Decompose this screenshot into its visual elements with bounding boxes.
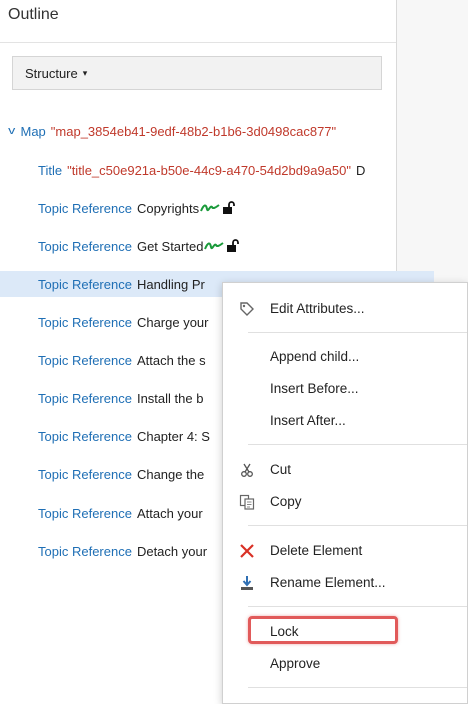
tag-icon (238, 300, 256, 318)
tree-node-topicref[interactable]: Topic Reference Copyrights (0, 195, 434, 221)
context-menu: Edit Attributes... Append child... Inser… (222, 282, 468, 704)
menu-item-cut[interactable]: Cut (223, 454, 467, 484)
node-tag: Topic Reference (38, 200, 132, 216)
tree-node-topicref[interactable]: Topic Reference Get Started (0, 233, 434, 259)
node-tag: Topic Reference (38, 466, 132, 482)
menu-separator (248, 606, 467, 607)
node-text: Change the (136, 466, 205, 482)
node-tag: Topic Reference (38, 428, 132, 444)
menu-label: Delete Element (270, 542, 363, 558)
menu-label: Approve (270, 655, 321, 671)
tree-node-title[interactable]: Title "title_c50e921a-b50e-44c9-a470-54d… (0, 157, 434, 183)
node-text: Attach your (136, 505, 203, 521)
menu-separator (248, 525, 467, 526)
node-text: Get Started (136, 238, 204, 254)
menu-label: Copy (270, 493, 302, 509)
node-attr: "map_3854eb41-9edf-48b2-b1b6-3d0498cac87… (50, 123, 337, 139)
node-tag: Topic Reference (38, 390, 132, 406)
node-tag: Topic Reference (38, 543, 132, 559)
copy-icon (238, 493, 256, 511)
menu-item-insert-before[interactable]: Insert Before... (223, 373, 467, 403)
rename-download-icon (238, 574, 256, 592)
node-tag: Topic Reference (38, 505, 132, 521)
dropdown-caret-icon: ▾ (82, 67, 88, 78)
title-divider (0, 42, 396, 43)
signature-icon (204, 242, 225, 250)
node-text: D (355, 162, 366, 178)
node-text: Detach your (136, 543, 208, 559)
menu-item-append-child[interactable]: Append child... (223, 341, 467, 371)
menu-item-insert-after[interactable]: Insert After... (223, 405, 467, 435)
menu-label: Cut (270, 461, 292, 477)
node-text: Handling Pr (136, 276, 205, 292)
node-tag: Title (38, 162, 63, 178)
node-tag: Topic Reference (38, 314, 132, 330)
menu-item-rename-element[interactable]: Rename Element... (223, 567, 467, 597)
scissors-icon (238, 461, 256, 479)
unlocked-icon (227, 239, 240, 252)
panel-title: Outline (8, 6, 59, 23)
node-tag: Topic Reference (38, 238, 132, 254)
node-text: Install the b (136, 390, 204, 406)
menu-label: Append child... (270, 348, 360, 364)
structure-label: Structure (25, 65, 78, 81)
unlocked-icon (223, 201, 235, 214)
signature-icon (200, 204, 220, 212)
node-tag: Topic Reference (38, 352, 132, 368)
delete-x-icon (238, 542, 256, 560)
node-text: Charge your (136, 314, 209, 330)
menu-label: Insert Before... (270, 380, 359, 396)
node-attr: "title_c50e921a-b50e-44c9-a470-54d2bd9a9… (67, 162, 351, 178)
menu-item-edit-attributes[interactable]: Edit Attributes... (223, 293, 467, 323)
node-text: Attach the s (136, 352, 206, 368)
menu-item-approve[interactable]: Approve (223, 648, 467, 678)
menu-separator (248, 444, 467, 445)
node-tag: Topic Reference (38, 276, 132, 292)
menu-label: Rename Element... (270, 574, 386, 590)
structure-dropdown[interactable]: Structure ▾ (12, 56, 382, 90)
menu-separator (248, 332, 467, 333)
node-tag: Map (20, 123, 46, 139)
menu-label: Insert After... (270, 412, 346, 428)
node-text: Chapter 4: S (136, 428, 210, 444)
menu-item-copy[interactable]: Copy (223, 486, 467, 516)
lock-highlight-box (248, 616, 398, 644)
tree-node-map[interactable]: v Map "map_3854eb41-9edf-48b2-b1b6-3d049… (0, 118, 405, 144)
node-text: Copyrights (136, 200, 200, 216)
menu-item-delete-element[interactable]: Delete Element (223, 535, 467, 565)
menu-label: Edit Attributes... (270, 300, 365, 316)
chevron-down-icon[interactable]: v (8, 125, 15, 137)
menu-separator (248, 687, 467, 688)
